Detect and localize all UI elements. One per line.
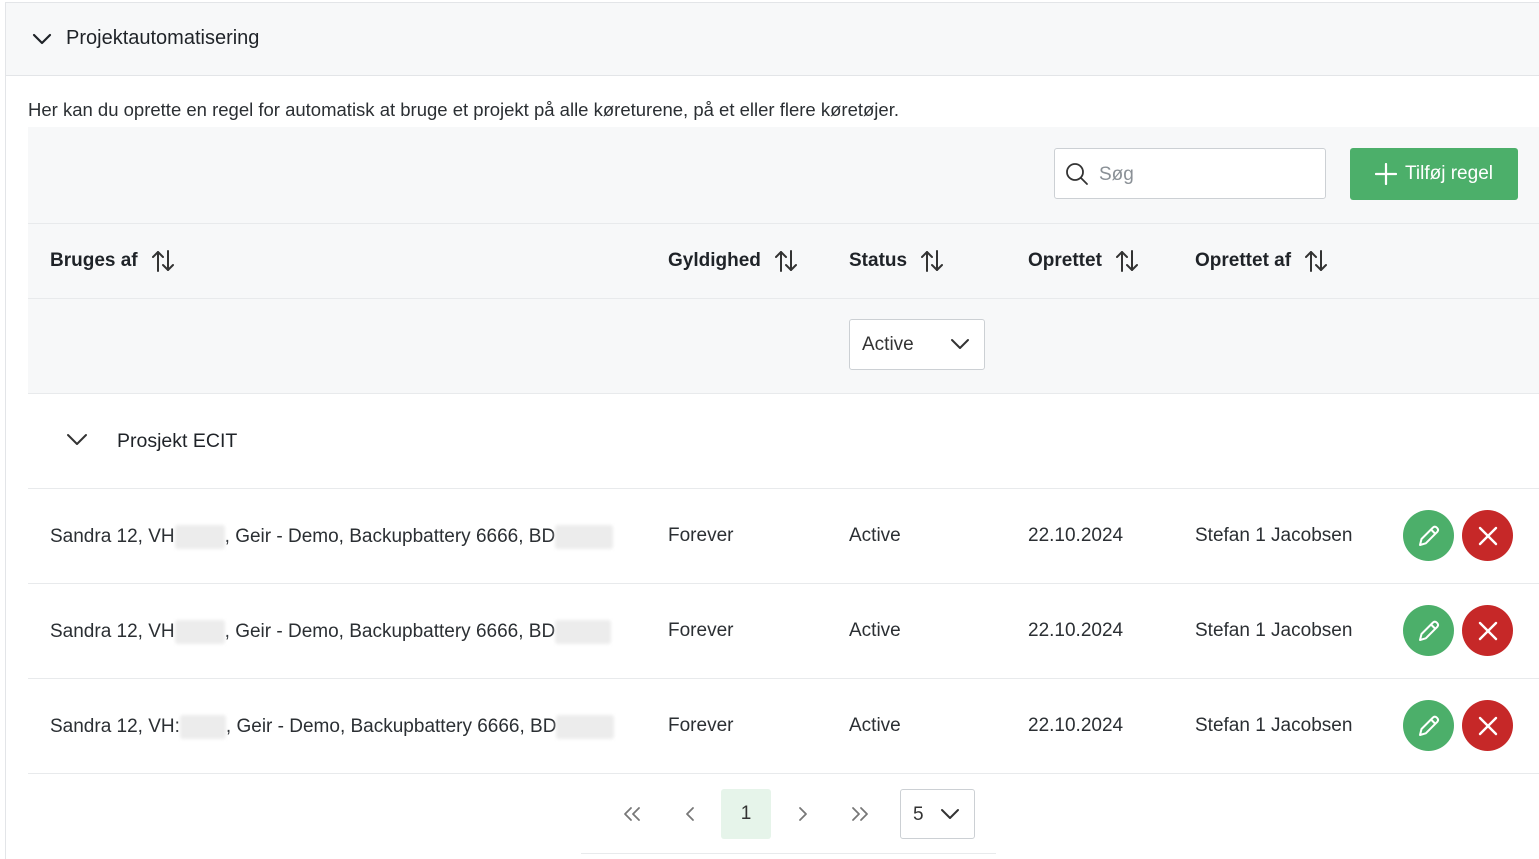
- cell-created: 22.10.2024: [1028, 525, 1124, 546]
- pencil-icon: [1418, 620, 1439, 641]
- cell-created: 22.10.2024: [1028, 620, 1124, 641]
- cell-used-by: Sandra 12, VH , Geir - Demo, Backupbatter…: [50, 620, 612, 644]
- edit-button[interactable]: [1403, 605, 1454, 656]
- page-number-button[interactable]: 1: [721, 789, 771, 839]
- add-rule-label: Tilføj regel: [1405, 163, 1493, 184]
- cell-used-by: Sandra 12, VH: , Geir - Demo, Backupbatte…: [50, 715, 615, 739]
- column-label-used-by: Bruges af: [50, 250, 138, 271]
- sort-icon[interactable]: [921, 249, 944, 273]
- first-page-button[interactable]: [607, 789, 657, 839]
- chevron-right-icon: [799, 807, 807, 821]
- cell-created: 22.10.2024: [1028, 715, 1124, 736]
- chevron-down-icon: [951, 339, 969, 349]
- table-header: Bruges af Gyldighed Status Oprettet Opre…: [28, 224, 1539, 299]
- group-label: Prosjekt ECIT: [117, 430, 238, 452]
- column-header-status[interactable]: Status: [849, 249, 944, 273]
- redacted-block: [174, 525, 225, 549]
- close-icon: [1478, 716, 1497, 735]
- cell-validity: Forever: [668, 715, 734, 736]
- cell-used-by: Sandra 12, VH , Geir - Demo, Backupbatter…: [50, 525, 614, 549]
- page-size-value: 5: [913, 804, 924, 825]
- toolbar: Tilføj regel: [28, 127, 1539, 224]
- edit-button[interactable]: [1403, 700, 1454, 751]
- cell-status: Active: [849, 715, 901, 736]
- next-page-button[interactable]: [778, 789, 828, 839]
- cell-status: Active: [849, 620, 901, 641]
- double-chevron-left-icon: [624, 807, 640, 821]
- table-row: Sandra 12, VH , Geir - Demo, Backupbatter…: [28, 489, 1539, 584]
- pencil-icon: [1418, 715, 1439, 736]
- delete-button[interactable]: [1462, 510, 1513, 561]
- column-header-validity[interactable]: Gyldighed: [668, 249, 797, 273]
- column-label-created: Oprettet: [1028, 250, 1102, 271]
- cell-status: Active: [849, 525, 901, 546]
- page-size-select[interactable]: 5: [900, 789, 975, 839]
- project-automation-panel: Projektautomatisering Her kan du oprette…: [5, 2, 1539, 859]
- last-page-button[interactable]: [835, 789, 885, 839]
- cell-created-by: Stefan 1 Jacobsen: [1195, 715, 1353, 736]
- delete-button[interactable]: [1462, 700, 1513, 751]
- prev-page-button[interactable]: [665, 789, 715, 839]
- table-row: Sandra 12, VH: , Geir - Demo, Backupbatte…: [28, 679, 1539, 774]
- add-rule-button[interactable]: Tilføj regel: [1350, 148, 1518, 200]
- cell-created-by: Stefan 1 Jacobsen: [1195, 620, 1353, 641]
- search-icon: [1066, 163, 1088, 185]
- chevron-down-icon[interactable]: [32, 29, 52, 49]
- column-label-created-by: Oprettet af: [1195, 250, 1292, 271]
- column-label-status: Status: [849, 250, 908, 271]
- plus-icon: [1375, 163, 1397, 185]
- pagination: 1 5: [581, 775, 996, 854]
- group-row[interactable]: Prosjekt ECIT: [28, 394, 1539, 489]
- chevron-down-icon: [941, 809, 959, 819]
- column-header-used-by[interactable]: Bruges af: [50, 249, 174, 273]
- double-chevron-right-icon: [852, 807, 868, 821]
- close-icon: [1478, 621, 1497, 640]
- chevron-left-icon: [686, 807, 694, 821]
- cell-validity: Forever: [668, 525, 734, 546]
- search-input[interactable]: [1097, 159, 1321, 191]
- used-by-text: Sandra 12, VH: [50, 621, 175, 643]
- sort-icon[interactable]: [1115, 249, 1138, 273]
- used-by-text: , Geir - Demo, Backupbattery 6666, BD: [225, 716, 557, 738]
- close-icon: [1478, 526, 1497, 545]
- section-description: Her kan du oprette en regel for automati…: [28, 99, 899, 120]
- redacted-block: [174, 620, 225, 644]
- redacted-block: [555, 525, 614, 549]
- filter-row: Active: [28, 299, 1539, 394]
- search-box[interactable]: [1054, 148, 1326, 199]
- cell-created-by: Stefan 1 Jacobsen: [1195, 525, 1353, 546]
- pencil-icon: [1418, 525, 1439, 546]
- used-by-text: , Geir - Demo, Backupbattery 6666, BD: [224, 526, 556, 548]
- used-by-text: Sandra 12, VH: [50, 526, 175, 548]
- used-by-text: Sandra 12, VH:: [50, 716, 180, 738]
- column-header-created-by[interactable]: Oprettet af: [1195, 249, 1328, 273]
- column-label-validity: Gyldighed: [668, 250, 761, 271]
- used-by-text: , Geir - Demo, Backupbattery 6666, BD: [224, 621, 556, 643]
- status-filter-value: Active: [862, 334, 914, 355]
- redacted-block: [179, 715, 226, 739]
- chevron-down-icon[interactable]: [66, 432, 88, 448]
- section-header[interactable]: Projektautomatisering: [6, 3, 1539, 76]
- sort-icon[interactable]: [151, 249, 174, 273]
- cell-validity: Forever: [668, 620, 734, 641]
- redacted-block: [555, 620, 612, 644]
- status-filter-select[interactable]: Active: [849, 319, 985, 370]
- column-header-created[interactable]: Oprettet: [1028, 249, 1138, 273]
- sort-icon[interactable]: [1305, 249, 1328, 273]
- section-title: Projektautomatisering: [66, 27, 260, 49]
- edit-button[interactable]: [1403, 510, 1454, 561]
- table-row: Sandra 12, VH , Geir - Demo, Backupbatter…: [28, 584, 1539, 679]
- delete-button[interactable]: [1462, 605, 1513, 656]
- sort-icon[interactable]: [774, 249, 797, 273]
- redacted-block: [556, 715, 615, 739]
